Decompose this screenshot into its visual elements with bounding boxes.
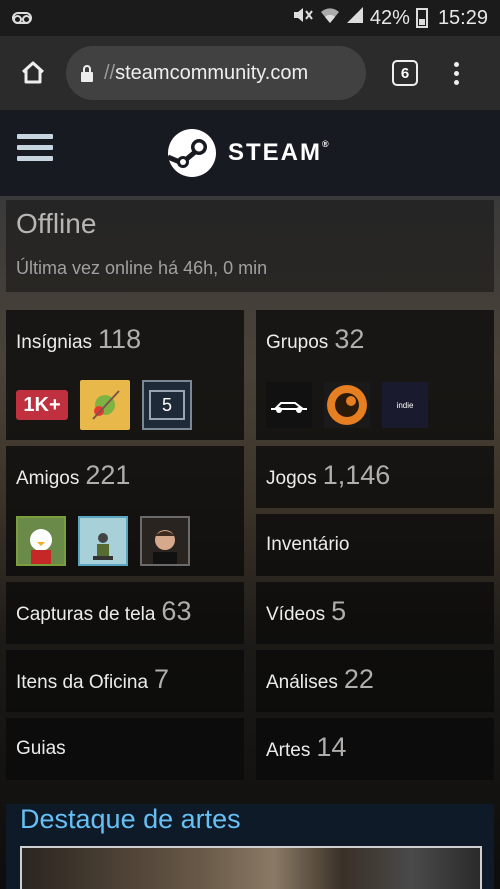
clock: 15:29 [437,6,488,29]
badge-veggie-icon[interactable] [80,380,130,430]
games-label: Jogos 1,146 [266,460,391,490]
inventory-tile[interactable]: Inventário [256,514,494,576]
steam-logo-icon [168,129,216,177]
friends-tile[interactable]: Amigos 221 [6,446,244,576]
battery-icon [415,8,428,28]
friend-avatar[interactable] [16,516,66,566]
url-text: //steamcommunity.com [104,62,308,85]
videos-count: 5 [331,596,347,626]
inventory-label: Inventário [266,534,350,555]
group-indie-icon[interactable]: indie [382,382,428,428]
steam-logo-text: STEAM® [228,139,331,166]
badge-level-5[interactable]: 5 [142,380,192,430]
friends-label: Amigos 221 [16,460,131,490]
workshop-count: 7 [154,664,170,694]
group-list: indie [266,382,428,428]
friend-avatar-list [16,516,190,566]
lock-icon [80,64,94,82]
screenshots-count: 63 [161,596,192,626]
reviews-label: Análises 22 [266,664,374,694]
groups-tile[interactable]: Grupos 32 indie [256,310,494,440]
workshop-tile[interactable]: Itens da Oficina 7 [6,650,244,712]
group-car-icon[interactable] [266,382,312,428]
badges-label: Insígnias 118 [16,324,142,354]
videos-tile[interactable]: Vídeos 5 [256,582,494,644]
reviews-count: 22 [343,664,374,694]
browser-toolbar: //steamcommunity.com 6 [0,36,500,110]
group-steam-orange-icon[interactable] [324,382,370,428]
artwork-showcase: Destaque de artes [6,804,494,889]
badges-tile[interactable]: Insígnias 118 1K+ 5 [6,310,244,440]
profile-status: Offline Última vez online há 46h, 0 min [6,200,494,292]
last-online-text: Última vez online há 46h, 0 min [16,258,268,278]
showcase-artwork-image[interactable] [20,846,482,889]
home-button[interactable] [0,59,66,87]
guides-tile[interactable]: Guias [6,718,244,780]
badges-count: 118 [98,324,142,354]
url-domain: steamcommunity.com [115,61,309,84]
games-tile[interactable]: Jogos 1,146 [256,446,494,508]
signal-icon [346,6,364,30]
screenshots-label: Capturas de tela 63 [16,596,192,626]
screenshots-tile[interactable]: Capturas de tela 63 [6,582,244,644]
friends-count: 221 [85,460,131,490]
battery-level: 42% [369,6,410,29]
hamburger-menu-icon[interactable] [17,134,53,167]
steam-logo[interactable]: STEAM® [168,129,331,177]
groups-label: Grupos 32 [266,324,365,354]
steam-header: STEAM® [0,110,500,196]
games-count: 1,146 [322,460,391,490]
url-prefix: // [104,61,116,84]
badge-list: 1K+ 5 [16,380,192,430]
badge-1k[interactable]: 1K+ [16,390,68,420]
voicemail-icon [12,12,32,24]
friend-avatar[interactable] [140,516,190,566]
guides-label: Guias [16,738,66,759]
artwork-tile[interactable]: Artes 14 [256,718,494,780]
browser-menu-button[interactable] [454,61,459,85]
groups-count: 32 [334,324,365,354]
friend-avatar[interactable] [78,516,128,566]
reviews-tile[interactable]: Análises 22 [256,650,494,712]
online-status: Offline [16,208,97,239]
status-bar: 42% 15:29 [0,0,500,36]
artwork-count: 14 [316,732,347,762]
artwork-label: Artes 14 [266,732,347,762]
wifi-icon [320,6,340,30]
videos-label: Vídeos 5 [266,596,347,626]
mute-icon [292,5,314,31]
workshop-label: Itens da Oficina 7 [16,664,170,694]
home-icon [21,61,45,84]
showcase-title: Destaque de artes [20,804,241,834]
tab-switcher-button[interactable]: 6 [392,60,418,86]
address-bar[interactable]: //steamcommunity.com [66,46,366,100]
